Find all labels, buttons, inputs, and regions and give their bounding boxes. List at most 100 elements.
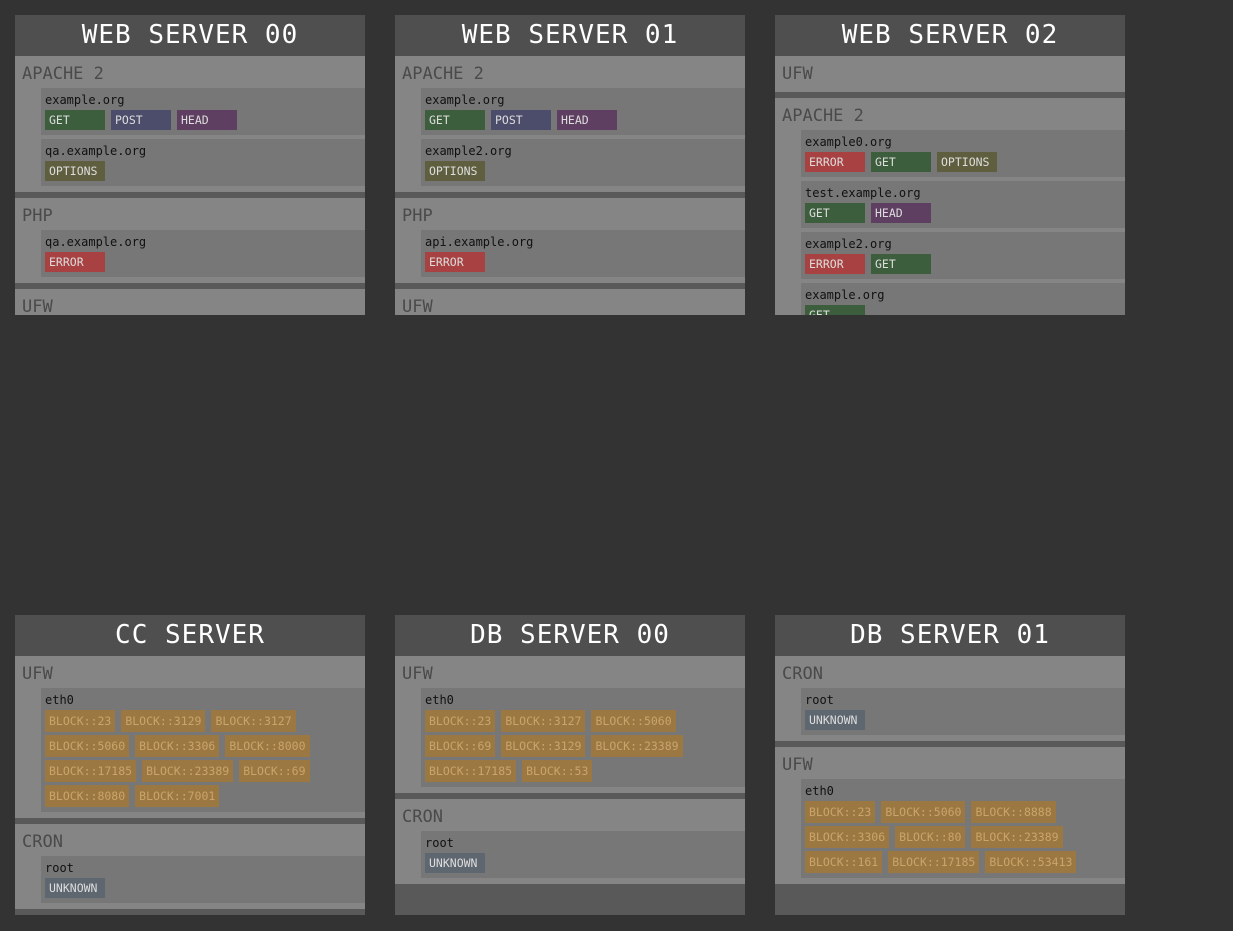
host-name: root — [805, 693, 834, 707]
post-badge: POST — [491, 110, 551, 130]
block-badge: BLOCK::5060 — [591, 710, 676, 732]
block-badge: BLOCK::3306 — [805, 826, 890, 848]
service-title: APACHE 2 — [782, 106, 864, 126]
host-name: qa.example.org — [45, 144, 147, 158]
host-item: root UNKNOWN — [801, 688, 1125, 735]
server-title: DB SERVER 00 — [395, 615, 745, 656]
service-section-apache-2: APACHE 2 example.org GET POST HEAD qa.example… — [15, 56, 365, 192]
host-name: example0.org — [805, 135, 892, 149]
host-name: eth0 — [45, 693, 74, 707]
service-section-ufw: UFWeth0BLOCK::1900BLOCK::69BLOCK::23BLOC… — [395, 289, 745, 315]
server-title: WEB SERVER 02 — [775, 15, 1125, 56]
service-title: PHP — [22, 206, 53, 226]
host-item: example.org GET — [801, 283, 1125, 315]
host-name: qa.example.org — [45, 235, 147, 249]
error-badge: ERROR — [45, 252, 105, 272]
host-name: example2.org — [805, 237, 892, 251]
service-section-apache-2: APACHE 2 example.org GET POST HEAD example2.o… — [395, 56, 745, 192]
block-badge: BLOCK::3127 — [211, 710, 296, 732]
options-badge: OPTIONS — [425, 161, 485, 181]
host-name: test.example.org — [805, 186, 921, 200]
host-item: eth0BLOCK::23 BLOCK::3129 BLOCK::3127BLOCK… — [41, 688, 365, 812]
host-item: qa.example.org OPTIONS — [41, 139, 365, 186]
service-title: UFW — [782, 64, 813, 84]
service-title: APACHE 2 — [402, 64, 484, 84]
block-badge: BLOCK::3129 — [121, 710, 206, 732]
service-section-ufw: UFWeth0BLOCK::3129BLOCK::3127BLOCK::5060… — [15, 289, 365, 315]
block-badge: BLOCK::53413 — [985, 851, 1077, 873]
block-badge: BLOCK::8080 — [45, 785, 130, 807]
host-name: eth0 — [425, 693, 454, 707]
get-badge: GET — [871, 254, 931, 274]
host-item: api.example.org ERROR — [421, 230, 745, 277]
block-badge: BLOCK::161 — [805, 851, 883, 873]
block-badge: BLOCK::5060 — [881, 801, 966, 823]
get-badge: GET — [45, 110, 105, 130]
server-card-web-server-01: WEB SERVER 01 APACHE 2 example.org GET POST H… — [395, 15, 745, 315]
options-badge: OPTIONS — [45, 161, 105, 181]
error-badge: ERROR — [805, 254, 865, 274]
service-title: UFW — [782, 755, 813, 775]
service-title: UFW — [22, 664, 53, 684]
service-title: PHP — [402, 206, 433, 226]
service-section-cron: CRON root UNKNOWN — [395, 799, 745, 884]
post-badge: POST — [111, 110, 171, 130]
server-card-web-server-02: WEB SERVER 02 UFW APACHE 2 example0.org ERRO… — [775, 15, 1125, 315]
block-badge: BLOCK::17185 — [45, 760, 137, 782]
host-item: example.org GET POST HEAD — [421, 88, 745, 135]
block-badge: BLOCK::17185 — [888, 851, 980, 873]
server-card-db-server-00: DB SERVER 00 UFW eth0 BLOCK::23 BLOCK::3127 B… — [395, 615, 745, 915]
error-badge: ERROR — [425, 252, 485, 272]
block-badge: BLOCK::23 — [425, 710, 496, 732]
service-title: CRON — [782, 664, 823, 684]
block-badge: BLOCK::69 — [425, 735, 496, 757]
service-title: CRON — [22, 832, 63, 852]
service-section-ufw: UFW eth0 BLOCK::23 BLOCK::3127 BLOCK::5060 BL… — [395, 656, 745, 793]
server-card-cc-server: CC SERVER UFW eth0 BLOCK::23 BLOCK::3129 BLOC… — [15, 615, 365, 915]
service-section-apache-2: APACHE 2 example0.org ERROR GET OPTIONS test.… — [775, 98, 1125, 315]
service-section-ufw: UFW — [775, 56, 1125, 92]
host-item: root UNKNOWN — [41, 856, 365, 903]
server-title: WEB SERVER 00 — [15, 15, 365, 56]
block-badge: BLOCK::8888 — [971, 801, 1056, 823]
host-name: example.org — [425, 93, 505, 107]
host-item: example0.org ERROR GET OPTIONS — [801, 130, 1125, 177]
host-item: test.example.org GET HEAD — [801, 181, 1125, 228]
block-badge: BLOCK::23 — [45, 710, 116, 732]
get-badge: GET — [871, 152, 931, 172]
host-item: eth0 BLOCK::23 BLOCK::5060 BLOCK::8888 BLOCK… — [801, 779, 1125, 878]
block-badge: BLOCK::3306 — [135, 735, 220, 757]
unknown-badge: UNKNOWN — [45, 878, 105, 898]
unknown-badge: UNKNOWN — [805, 710, 865, 730]
service-title: UFW — [22, 297, 53, 315]
service-title: UFW — [402, 664, 433, 684]
host-item: eth0 BLOCK::23 BLOCK::3127 BLOCK::5060 BLOCK… — [421, 688, 745, 787]
get-badge: GET — [805, 305, 865, 315]
block-badge: BLOCK::23389 — [142, 760, 234, 782]
block-badge: BLOCK::80 — [895, 826, 966, 848]
host-name: example2.org — [425, 144, 512, 158]
block-badge: BLOCK::3129 — [501, 735, 586, 757]
block-badge: BLOCK::23389 — [971, 826, 1063, 848]
block-badge: BLOCK::69 — [239, 760, 310, 782]
server-title: WEB SERVER 01 — [395, 15, 745, 56]
host-name: eth0 — [805, 784, 834, 798]
service-section-cron: CRON root UNKNOWN — [775, 656, 1125, 741]
block-badge: BLOCK::7001 — [135, 785, 220, 807]
host-item: example2.org ERROR GET — [801, 232, 1125, 279]
service-title: APACHE 2 — [22, 64, 104, 84]
service-section-php: PHP qa.example.org ERROR — [15, 198, 365, 283]
host-name: api.example.org — [425, 235, 534, 249]
server-title: DB SERVER 01 — [775, 615, 1125, 656]
server-card-web-server-00: WEB SERVER 00 APACHE 2 example.org GET POST H… — [15, 15, 365, 315]
unknown-badge: UNKNOWN — [425, 853, 485, 873]
block-badge: BLOCK::23 — [805, 801, 876, 823]
server-card-db-server-01: DB SERVER 01 CRON root UNKNOWN UFW eth0 BLOCK:… — [775, 615, 1125, 915]
head-badge: HEAD — [871, 203, 931, 223]
block-badge: BLOCK::53 — [522, 760, 593, 782]
options-badge: OPTIONS — [937, 152, 997, 172]
server-title: CC SERVER — [15, 615, 365, 656]
host-item: root UNKNOWN — [421, 831, 745, 878]
host-name: example.org — [45, 93, 125, 107]
block-badge: BLOCK::8000 — [225, 735, 310, 757]
